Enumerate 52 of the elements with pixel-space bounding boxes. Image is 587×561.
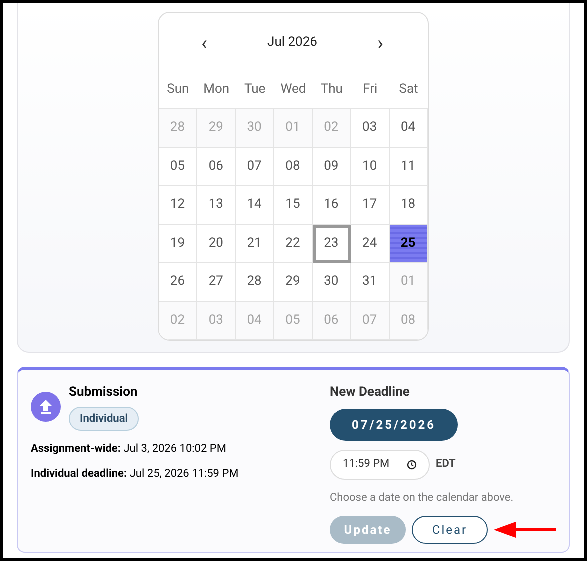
- clock-icon: [407, 460, 417, 470]
- weekday-label: Sat: [399, 81, 418, 100]
- day-cell[interactable]: 08: [274, 148, 313, 186]
- type-badge: Individual: [69, 406, 140, 431]
- day-cell[interactable]: 09: [312, 148, 352, 186]
- day-cell[interactable]: 18: [390, 186, 428, 224]
- weekday-label: Wed: [280, 81, 306, 100]
- time-field[interactable]: 11:59 PM: [330, 450, 430, 480]
- day-cell[interactable]: 06: [197, 148, 236, 186]
- previous-month-button[interactable]: ‹: [196, 28, 212, 58]
- day-cell[interactable]: 20: [197, 224, 236, 263]
- upload-icon: [31, 392, 61, 422]
- weekday-label: Mon: [204, 81, 230, 100]
- day-cell[interactable]: 03: [351, 109, 390, 148]
- day-cell[interactable]: 25: [390, 224, 428, 263]
- day-cell[interactable]: 21: [236, 224, 274, 263]
- day-cell[interactable]: 12: [159, 186, 198, 224]
- day-cell[interactable]: 10: [351, 148, 390, 186]
- day-cell[interactable]: 29: [274, 263, 313, 302]
- day-cell[interactable]: 04: [390, 109, 428, 148]
- day-cell[interactable]: 13: [197, 186, 236, 224]
- day-cell[interactable]: 31: [351, 263, 390, 302]
- day-cell[interactable]: 23: [312, 224, 352, 263]
- day-cell[interactable]: 17: [351, 186, 390, 224]
- pointer-arrow: [494, 519, 556, 541]
- weekday-label: Sun: [167, 81, 190, 100]
- day-cell[interactable]: 14: [236, 186, 274, 224]
- weekday-label: Fri: [363, 81, 378, 100]
- day-cell[interactable]: 15: [274, 186, 313, 224]
- new-deadline-title: New Deadline: [330, 384, 410, 402]
- day-cell[interactable]: 07: [236, 148, 274, 186]
- next-month-button[interactable]: ›: [372, 28, 388, 58]
- deadline-detail: Individual deadline: Jul 25, 2026 11:59 PM: [31, 466, 240, 482]
- deadline-detail: Assignment-wide: Jul 3, 2026 10:02 PM: [31, 441, 228, 457]
- day-cell[interactable]: 05: [159, 148, 198, 186]
- day-cell[interactable]: 19: [159, 224, 198, 263]
- month-label: Jul 2026: [266, 34, 318, 52]
- day-cell[interactable]: 24: [351, 224, 390, 263]
- day-cell[interactable]: 27: [197, 263, 236, 302]
- day-cell[interactable]: 11: [390, 148, 428, 186]
- submission-title: Submission: [69, 384, 138, 402]
- hint-text: Choose a date on the calendar above.: [330, 490, 514, 506]
- day-cell[interactable]: 28: [236, 263, 274, 302]
- day-cell[interactable]: 30: [312, 263, 352, 302]
- clear-button[interactable]: Clear: [412, 516, 488, 544]
- day-cell[interactable]: 22: [274, 224, 313, 263]
- weekday-label: Thu: [320, 81, 343, 100]
- weekday-label: Tue: [244, 81, 266, 100]
- day-cell[interactable]: 16: [312, 186, 352, 224]
- timezone-label: EDT: [436, 456, 456, 472]
- date-button[interactable]: 07/25/2026: [330, 408, 458, 440]
- day-cell[interactable]: 26: [159, 263, 198, 302]
